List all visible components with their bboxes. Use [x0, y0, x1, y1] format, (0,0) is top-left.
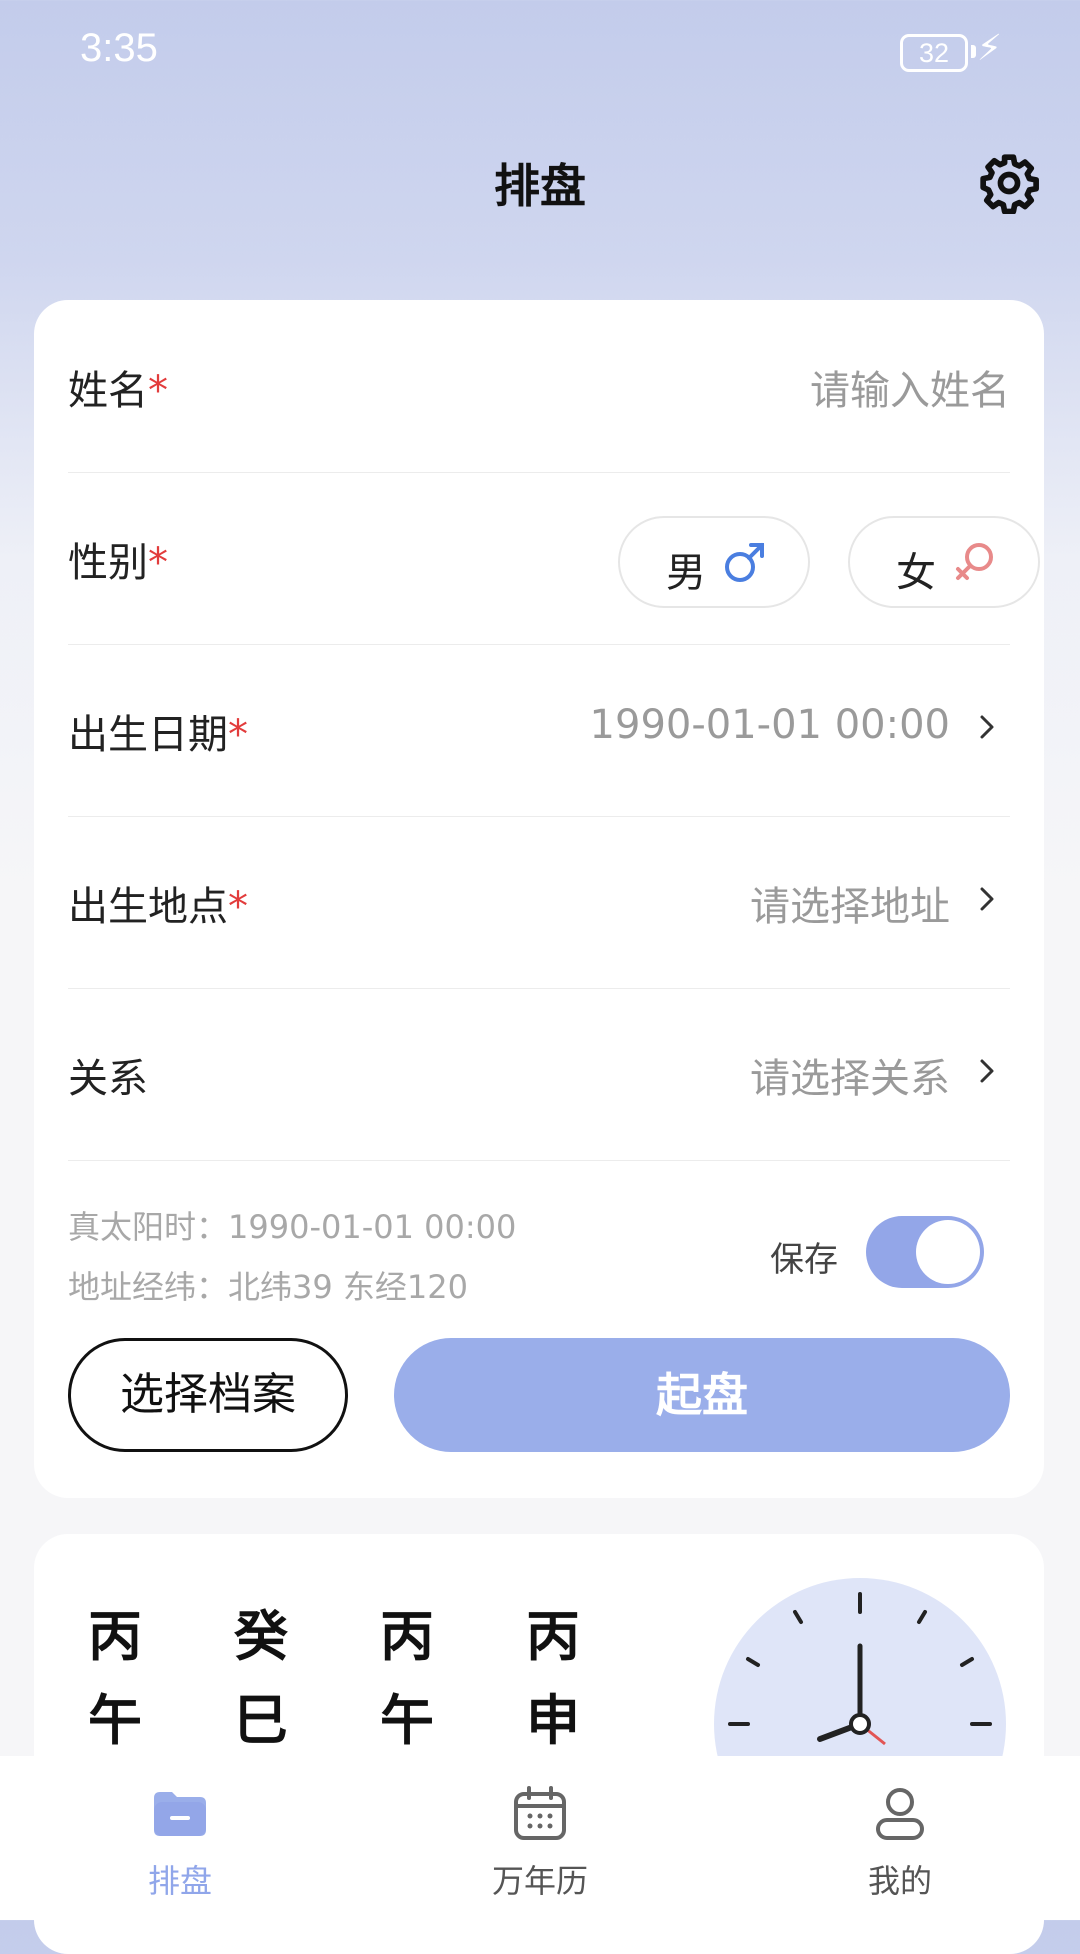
solar-time-text: 真太阳时：1990-01-01 00:00 [68, 1208, 517, 1246]
name-label: 姓名* [68, 368, 168, 414]
branch-1: 午 [88, 1688, 142, 1752]
birth-place-value[interactable]: 请选择地址 [750, 874, 950, 932]
gender-row: 性别* 男 女 [68, 472, 1040, 645]
calendar-icon [514, 1786, 566, 1840]
stem-4: 丙 [526, 1604, 580, 1668]
chevron-right-icon [980, 1059, 994, 1083]
birth-place-row[interactable]: 出生地点* 请选择地址 [68, 816, 1010, 989]
relation-value[interactable]: 请选择关系 [750, 1046, 950, 1104]
tab-calendar[interactable]: 万年历 [440, 1756, 640, 1920]
relation-row[interactable]: 关系 请选择关系 [68, 988, 1010, 1161]
gender-label: 性别* [68, 540, 168, 586]
branch-4: 申 [526, 1688, 580, 1752]
stem-1: 丙 [88, 1604, 142, 1668]
branch-3: 午 [380, 1688, 434, 1752]
birth-date-label: 出生日期* [68, 712, 248, 758]
branch-2: 巳 [234, 1688, 288, 1752]
battery-icon: 32 [900, 34, 968, 72]
page-title: 排盘 [494, 159, 586, 213]
battery-cap [971, 45, 976, 58]
chevron-right-icon [980, 715, 994, 739]
choose-archive-button[interactable]: 选择档案 [68, 1338, 348, 1452]
birth-date-value[interactable]: 1990-01-01 00:00 [590, 702, 950, 748]
birth-place-label: 出生地点* [68, 884, 248, 930]
male-icon [725, 543, 764, 582]
charging-icon: ⚡ [976, 28, 1002, 69]
toggle-knob [916, 1220, 980, 1284]
chevron-right-icon [980, 887, 994, 911]
tab-paipan[interactable]: 排盘 [80, 1756, 280, 1920]
male-button[interactable]: 男 [618, 516, 810, 608]
tab-bar: 排盘 万年历 我的 [0, 1756, 1080, 1920]
name-input[interactable]: 请输入姓名 [810, 358, 1010, 416]
user-icon [876, 1788, 924, 1840]
status-time: 3:35 [80, 26, 158, 70]
form-card: 姓名* 请输入姓名 性别* 男 女 出生日期* 1990-01-01 00:00… [34, 300, 1044, 1498]
name-row[interactable]: 姓名* 请输入姓名 [68, 300, 1010, 473]
female-button[interactable]: 女 [848, 516, 1040, 608]
birth-date-row[interactable]: 出生日期* 1990-01-01 00:00 [68, 644, 1010, 817]
save-label: 保存 [770, 1240, 838, 1280]
tab-mine[interactable]: 我的 [800, 1756, 1000, 1920]
status-bar: 3:35 32 ⚡ [0, 0, 1080, 100]
save-toggle[interactable] [866, 1216, 984, 1288]
start-button[interactable]: 起盘 [394, 1338, 1010, 1452]
stem-3: 丙 [380, 1604, 434, 1668]
folder-icon [154, 1792, 206, 1836]
female-icon [956, 543, 993, 580]
coords-text: 地址经纬：北纬39 东经120 [68, 1268, 468, 1306]
relation-label: 关系 [68, 1056, 148, 1102]
gear-icon[interactable] [978, 152, 1040, 214]
stem-2: 癸 [234, 1604, 288, 1668]
